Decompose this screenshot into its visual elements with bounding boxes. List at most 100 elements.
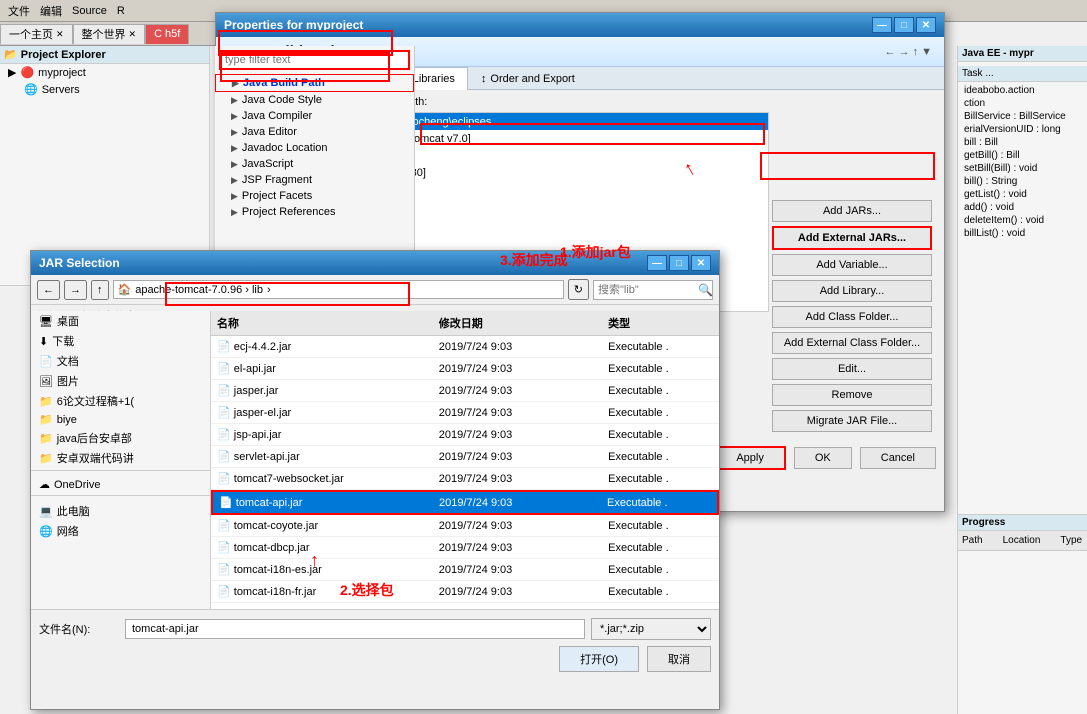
sidebar-biye[interactable]: 📁 biye [31, 411, 210, 428]
back-button[interactable]: ← [37, 280, 60, 300]
tree-item-references[interactable]: ▶ Project References [215, 204, 414, 220]
add-external-class-folder-button[interactable]: Add External Class Folder... [772, 332, 932, 354]
file-row-tomcat-dbcp[interactable]: 📄 tomcat-dbcp.jar 2019/7/24 9:03 Executa… [211, 537, 719, 559]
dialog-titlebar: Properties for myproject — □ ✕ [216, 13, 944, 37]
file-icon-jasper: 📄 [217, 385, 231, 397]
tab-h5f-icon: C [154, 28, 162, 40]
tab-home[interactable]: 一个主页 ✕ [0, 24, 73, 44]
tree-item-references-label: Project References [242, 206, 336, 218]
tree-item-editor-label: Java Editor [242, 126, 297, 138]
tab-order-export[interactable]: ↕ Order and Export [468, 67, 588, 89]
tab-home-close[interactable]: ✕ [56, 29, 64, 40]
outline-item-7: setBill(Bill) : void [962, 162, 1083, 175]
sidebar-desktop[interactable]: 🖥 桌面 [31, 311, 210, 331]
file-row-jasper[interactable]: 📄 jasper.jar 2019/7/24 9:03 Executable . [211, 380, 719, 402]
restore-button[interactable]: □ [894, 17, 914, 33]
file-row-tomcat-api[interactable]: 📄 tomcat-api.jar 2019/7/24 9:03 Executab… [211, 490, 719, 515]
eclipse-background: 文件 编辑 Source R 一个主页 ✕ 整个世界 ✕ C h5f 📂 Pro… [0, 0, 1087, 714]
file-row-tomcat-i18n-fr[interactable]: 📄 tomcat-i18n-fr.jar 2019/7/24 9:03 Exec… [211, 581, 719, 603]
edit-button[interactable]: Edit... [772, 358, 932, 380]
nav-arrows[interactable]: ← → ↑ ▼ [884, 46, 932, 58]
project-servers[interactable]: 🌐 Servers [0, 81, 209, 98]
jar-cancel-button[interactable]: 取消 [647, 646, 711, 672]
search-input[interactable] [598, 284, 698, 296]
tree-item-build-path[interactable]: ▶ Java Build Path [215, 74, 414, 92]
add-external-jars-button[interactable]: Add External JARs... [772, 226, 932, 250]
tree-item-jsp[interactable]: ▶ JSP Fragment [215, 172, 414, 188]
file-row-tomcat-i18n-es[interactable]: 📄 tomcat-i18n-es.jar 2019/7/24 9:03 Exec… [211, 559, 719, 581]
ok-button[interactable]: OK [794, 447, 852, 469]
migrate-jar-button[interactable]: Migrate JAR File... [772, 410, 932, 432]
forward-button[interactable]: → [64, 280, 87, 300]
sidebar-pictures[interactable]: 🖼 图片 [31, 371, 210, 391]
home-icon: 🏠 [118, 283, 132, 296]
tab-order-icon: ↕ [481, 73, 487, 85]
jar-toolbar: ← → ↑ 🏠 apache-tomcat-7.0.96 › lib › ↻ 🔍 [31, 275, 719, 305]
sidebar-android-dual[interactable]: 📁 安卓双端代码讲 [31, 448, 210, 468]
filename-input[interactable] [125, 619, 585, 639]
file-row-tomcat7-websocket[interactable]: 📄 tomcat7-websocket.jar 2019/7/24 9:03 E… [211, 468, 719, 490]
android-dual-icon: 📁 [39, 452, 53, 465]
file-list-header: 名称 修改日期 类型 [211, 311, 719, 336]
tab-h5f[interactable]: C h5f [145, 24, 189, 44]
filter-input[interactable] [219, 50, 410, 70]
outline-item-8: bill() : String [962, 175, 1083, 188]
jar-dialog-close[interactable]: ✕ [691, 255, 711, 271]
tab-world[interactable]: 整个世界 ✕ [73, 24, 146, 44]
jar-dialog-buttons: — □ ✕ [647, 255, 711, 271]
col-type-header[interactable]: 类型 [602, 313, 719, 333]
menu-r[interactable]: R [113, 5, 129, 17]
file-row-el-api[interactable]: 📄 el-api.jar 2019/7/24 9:03 Executable . [211, 358, 719, 380]
biye-label: biye [57, 414, 77, 426]
tree-item-editor[interactable]: ▶ Java Editor [215, 124, 414, 140]
add-library-button[interactable]: Add Library... [772, 280, 932, 302]
tree-item-javadoc[interactable]: ▶ Javadoc Location [215, 140, 414, 156]
apply-button[interactable]: Apply [714, 446, 786, 470]
project-myproject[interactable]: ▶🔴 myproject [0, 64, 209, 81]
cancel-button[interactable]: Cancel [860, 447, 936, 469]
file-row-ecj[interactable]: 📄 ecj-4.4.2.jar 2019/7/24 9:03 Executabl… [211, 336, 719, 358]
add-jars-button[interactable]: Add JARs... [772, 200, 932, 222]
file-row-tomcat-coyote[interactable]: 📄 tomcat-coyote.jar 2019/7/24 9:03 Execu… [211, 515, 719, 537]
file-icon-i18n-fr: 📄 [217, 586, 231, 598]
pictures-icon: 🖼 [39, 375, 53, 388]
search-box[interactable]: 🔍 [593, 280, 713, 300]
col-name-header[interactable]: 名称 [211, 313, 433, 333]
close-button[interactable]: ✕ [916, 17, 936, 33]
sidebar-this-pc[interactable]: 💻 此电脑 [31, 501, 210, 521]
sidebar-downloads[interactable]: ⬇ 下载 [31, 331, 210, 351]
file-row-servlet-api[interactable]: 📄 servlet-api.jar 2019/7/24 9:03 Executa… [211, 446, 719, 468]
remove-button[interactable]: Remove [772, 384, 932, 406]
jar-dialog-minimize[interactable]: — [647, 255, 667, 271]
menu-file[interactable]: 文件 [4, 3, 34, 19]
file-row-jsp-api[interactable]: 📄 jsp-api.jar 2019/7/24 9:03 Executable … [211, 424, 719, 446]
file-row-jasper-el[interactable]: 📄 jasper-el.jar 2019/7/24 9:03 Executabl… [211, 402, 719, 424]
project-name-label: myproject [38, 67, 86, 79]
tree-item-compiler-label: Java Compiler [242, 110, 312, 122]
tree-item-javascript[interactable]: ▶ JavaScript [215, 156, 414, 172]
file-icon-t7ws: 📄 [217, 473, 231, 485]
filetype-select[interactable]: *.jar;*.zip [591, 618, 711, 640]
path-breadcrumb[interactable]: 🏠 apache-tomcat-7.0.96 › lib › [113, 280, 564, 299]
menu-source[interactable]: Source [68, 5, 111, 17]
tree-item-facets[interactable]: ▶ Project Facets [215, 188, 414, 204]
title-buttons: — □ ✕ [872, 17, 936, 33]
minimize-button[interactable]: — [872, 17, 892, 33]
open-button[interactable]: 打开(O) [559, 646, 639, 672]
sidebar-onedrive[interactable]: ☁ OneDrive [31, 476, 210, 493]
menu-edit[interactable]: 编辑 [36, 3, 66, 19]
col-date-header[interactable]: 修改日期 [433, 313, 602, 333]
sidebar-network[interactable]: 🌐 网络 [31, 521, 210, 541]
jar-dialog-restore[interactable]: □ [669, 255, 689, 271]
tree-item-code-style[interactable]: ▶ Java Code Style [215, 92, 414, 108]
sidebar-documents[interactable]: 📄 文档 [31, 351, 210, 371]
tab-world-close[interactable]: ✕ [129, 29, 137, 40]
tree-item-compiler[interactable]: ▶ Java Compiler [215, 108, 414, 124]
add-class-folder-button[interactable]: Add Class Folder... [772, 306, 932, 328]
add-variable-button[interactable]: Add Variable... [772, 254, 932, 276]
up-button[interactable]: ↑ [91, 280, 109, 300]
sidebar-folder1[interactable]: 📁 6论文过程稿+1( [31, 391, 210, 411]
sidebar-java-android[interactable]: 📁 java后台安卓部 [31, 428, 210, 448]
refresh-button[interactable]: ↻ [568, 279, 589, 300]
jar-file-area: 名称 修改日期 类型 📄 ecj-4.4.2.jar 2019/7/24 9:0… [211, 311, 719, 631]
